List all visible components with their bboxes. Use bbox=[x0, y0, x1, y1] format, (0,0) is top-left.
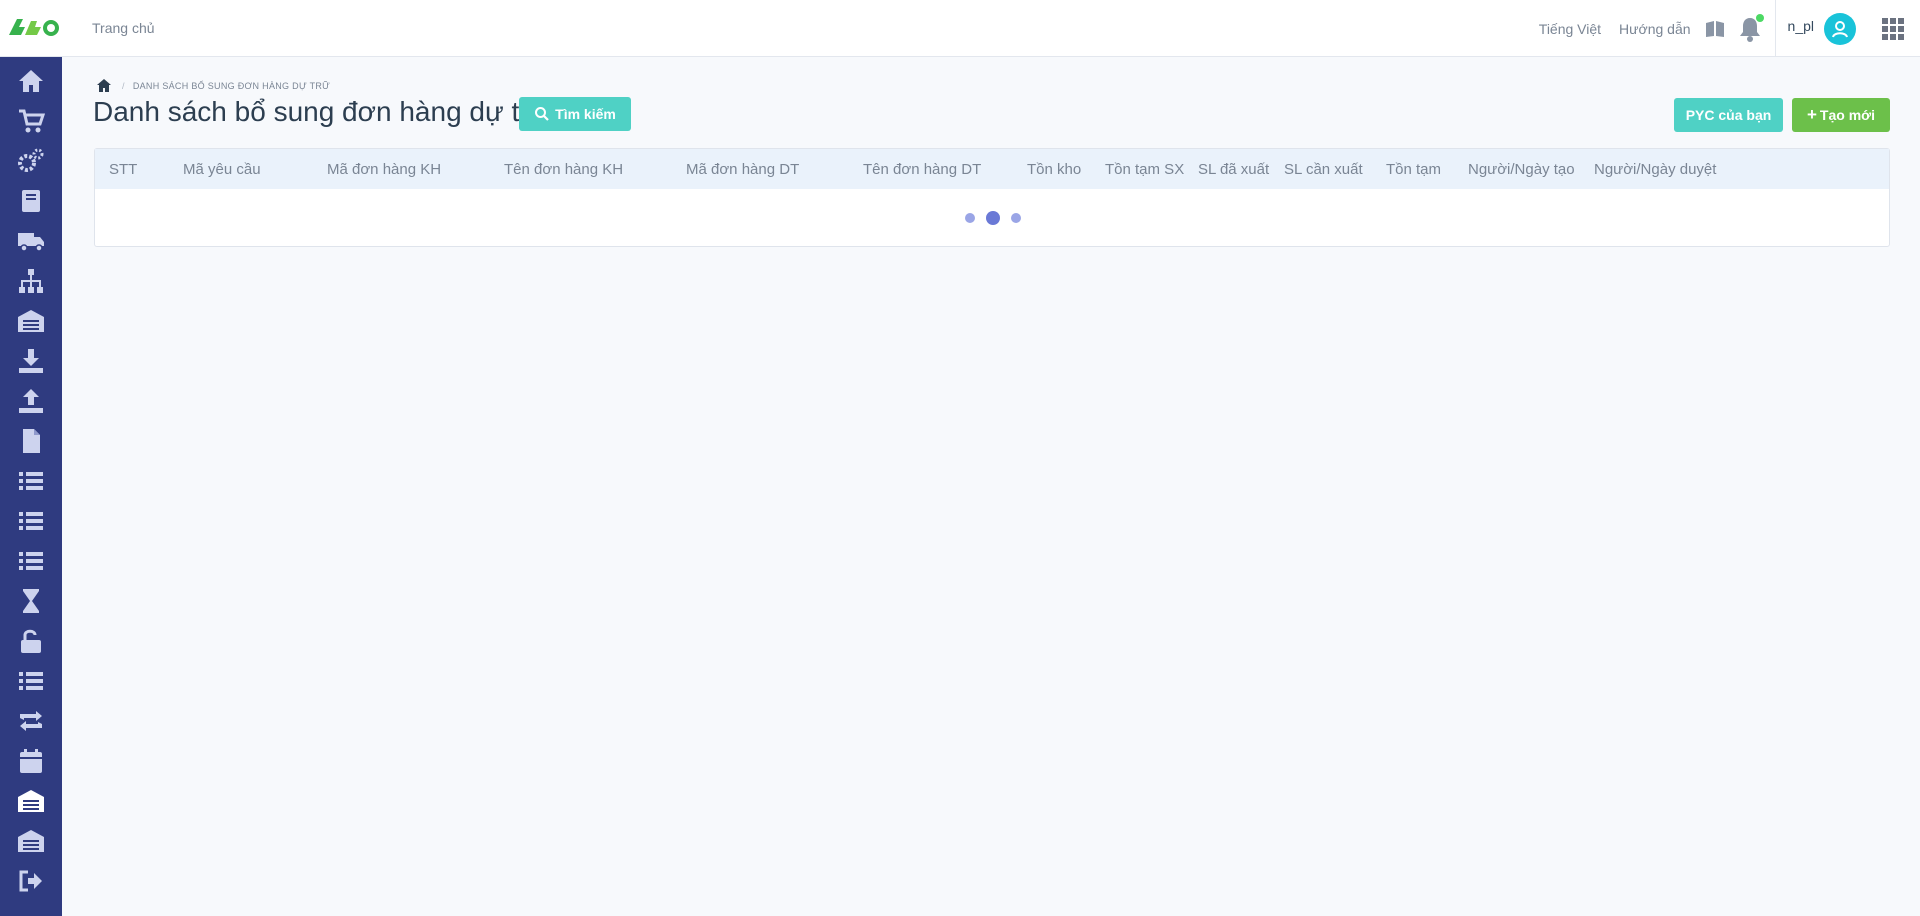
home-icon bbox=[19, 70, 43, 92]
header-divider bbox=[1774, 0, 1776, 57]
sidebar-item-reserve-orders-active[interactable] bbox=[0, 781, 62, 821]
sidebar-item-unlock[interactable] bbox=[0, 621, 62, 661]
column-header[interactable]: SL cần xuất bbox=[1284, 161, 1363, 178]
user-icon bbox=[1832, 20, 1848, 37]
page-title: Danh sách bổ sung đơn hàng dự trữ bbox=[93, 96, 548, 127]
gears-icon bbox=[18, 148, 44, 172]
column-header[interactable]: Tồn kho bbox=[1027, 161, 1081, 178]
list-icon bbox=[19, 512, 43, 530]
loading-indicator bbox=[965, 211, 1032, 225]
notification-bell[interactable] bbox=[1739, 13, 1764, 42]
sign-out-icon bbox=[19, 870, 42, 892]
language-selector[interactable]: Tiếng Việt bbox=[1539, 21, 1601, 37]
notification-dot bbox=[1755, 13, 1764, 22]
user-avatar[interactable] bbox=[1824, 12, 1856, 45]
list-icon bbox=[19, 552, 43, 570]
sidebar-item-list-4[interactable] bbox=[0, 661, 62, 701]
table-header: STT Mã yêu cầu Mã đơn hàng KH Tên đơn hà… bbox=[95, 149, 1889, 189]
plus-icon: + bbox=[1806, 105, 1817, 124]
loading-dot bbox=[1011, 213, 1021, 223]
column-header[interactable]: Tồn tạm bbox=[1386, 161, 1441, 178]
sidebar-item-transfer[interactable] bbox=[0, 701, 62, 741]
file-icon bbox=[23, 429, 40, 453]
book-icon[interactable] bbox=[1705, 19, 1725, 39]
sidebar-item-logout[interactable] bbox=[0, 861, 62, 901]
sidebar-item-organization[interactable] bbox=[0, 261, 62, 301]
upload-icon bbox=[19, 389, 43, 413]
breadcrumb-current: DANH SÁCH BỔ SUNG ĐƠN HÀNG DỰ TRỮ bbox=[132, 80, 331, 91]
create-new-button[interactable]: + Tạo mới bbox=[1792, 98, 1890, 132]
unlock-icon bbox=[21, 629, 41, 653]
pyc-button-label: PYC của bạn bbox=[1685, 107, 1772, 123]
list-icon bbox=[19, 472, 43, 490]
warehouse-icon bbox=[18, 310, 44, 332]
sidebar-item-export[interactable] bbox=[0, 381, 62, 421]
search-button[interactable]: Tìm kiếm bbox=[519, 97, 631, 131]
column-header[interactable]: Người/Ngày duyệt bbox=[1594, 161, 1716, 178]
column-header[interactable]: Tên đơn hàng KH bbox=[504, 161, 623, 178]
sidebar-item-book[interactable] bbox=[0, 181, 62, 221]
guide-link[interactable]: Hướng dẫn bbox=[1619, 21, 1690, 37]
column-header[interactable]: Mã đơn hàng KH bbox=[327, 161, 441, 178]
home-link[interactable]: Trang chủ bbox=[92, 20, 155, 36]
sidebar-item-import[interactable] bbox=[0, 341, 62, 381]
sidebar-item-list-2[interactable] bbox=[0, 501, 62, 541]
sidebar-item-delivery[interactable] bbox=[0, 221, 62, 261]
home-icon[interactable] bbox=[96, 78, 112, 93]
column-header[interactable]: SL đã xuất bbox=[1198, 161, 1269, 178]
warehouse-active-icon bbox=[18, 790, 44, 812]
hourglass-icon bbox=[23, 589, 39, 613]
loading-dot bbox=[986, 211, 1000, 225]
app-logo[interactable] bbox=[7, 13, 59, 43]
retweet-icon bbox=[20, 711, 42, 731]
list-icon bbox=[19, 672, 43, 690]
download-icon bbox=[19, 349, 43, 373]
warehouse-icon bbox=[18, 830, 44, 852]
breadcrumb: / DANH SÁCH BỔ SUNG ĐƠN HÀNG DỰ TRỮ bbox=[96, 78, 330, 93]
breadcrumb-separator: / bbox=[122, 80, 125, 91]
column-header[interactable]: Tồn tạm SX bbox=[1105, 161, 1184, 178]
apps-grid-icon[interactable] bbox=[1882, 17, 1904, 40]
search-button-label: Tìm kiếm bbox=[555, 106, 616, 122]
sidebar-item-home[interactable] bbox=[0, 61, 62, 101]
sidebar-item-settings[interactable] bbox=[0, 141, 62, 181]
loading-dot bbox=[965, 213, 975, 223]
create-new-button-label: Tạo mới bbox=[1819, 107, 1875, 123]
truck-icon bbox=[18, 233, 44, 252]
data-table: STT Mã yêu cầu Mã đơn hàng KH Tên đơn hà… bbox=[94, 148, 1890, 247]
sidebar bbox=[0, 57, 62, 916]
sitemap-icon bbox=[19, 269, 43, 293]
cart-icon bbox=[19, 109, 46, 133]
column-header[interactable]: STT bbox=[109, 161, 137, 178]
calendar-icon bbox=[20, 749, 42, 773]
sidebar-item-documents[interactable] bbox=[0, 421, 62, 461]
top-bar: Trang chủ Tiếng Việt Hướng dẫn n_pl bbox=[0, 0, 1920, 57]
sidebar-item-pending[interactable] bbox=[0, 581, 62, 621]
search-icon bbox=[535, 107, 549, 121]
sidebar-item-list-1[interactable] bbox=[0, 461, 62, 501]
column-header[interactable]: Mã yêu cầu bbox=[183, 161, 261, 178]
book-icon bbox=[22, 190, 40, 212]
pyc-button[interactable]: PYC của bạn bbox=[1674, 98, 1783, 132]
column-header[interactable]: Tên đơn hàng DT bbox=[863, 161, 981, 178]
column-header[interactable]: Mã đơn hàng DT bbox=[686, 161, 799, 178]
sidebar-item-warehouse[interactable] bbox=[0, 301, 62, 341]
column-header[interactable]: Người/Ngày tạo bbox=[1468, 161, 1575, 178]
sidebar-item-cart[interactable] bbox=[0, 101, 62, 141]
sidebar-item-warehouse-2[interactable] bbox=[0, 821, 62, 861]
username[interactable]: n_pl bbox=[1788, 18, 1814, 34]
sidebar-item-list-3[interactable] bbox=[0, 541, 62, 581]
sidebar-item-calendar[interactable] bbox=[0, 741, 62, 781]
